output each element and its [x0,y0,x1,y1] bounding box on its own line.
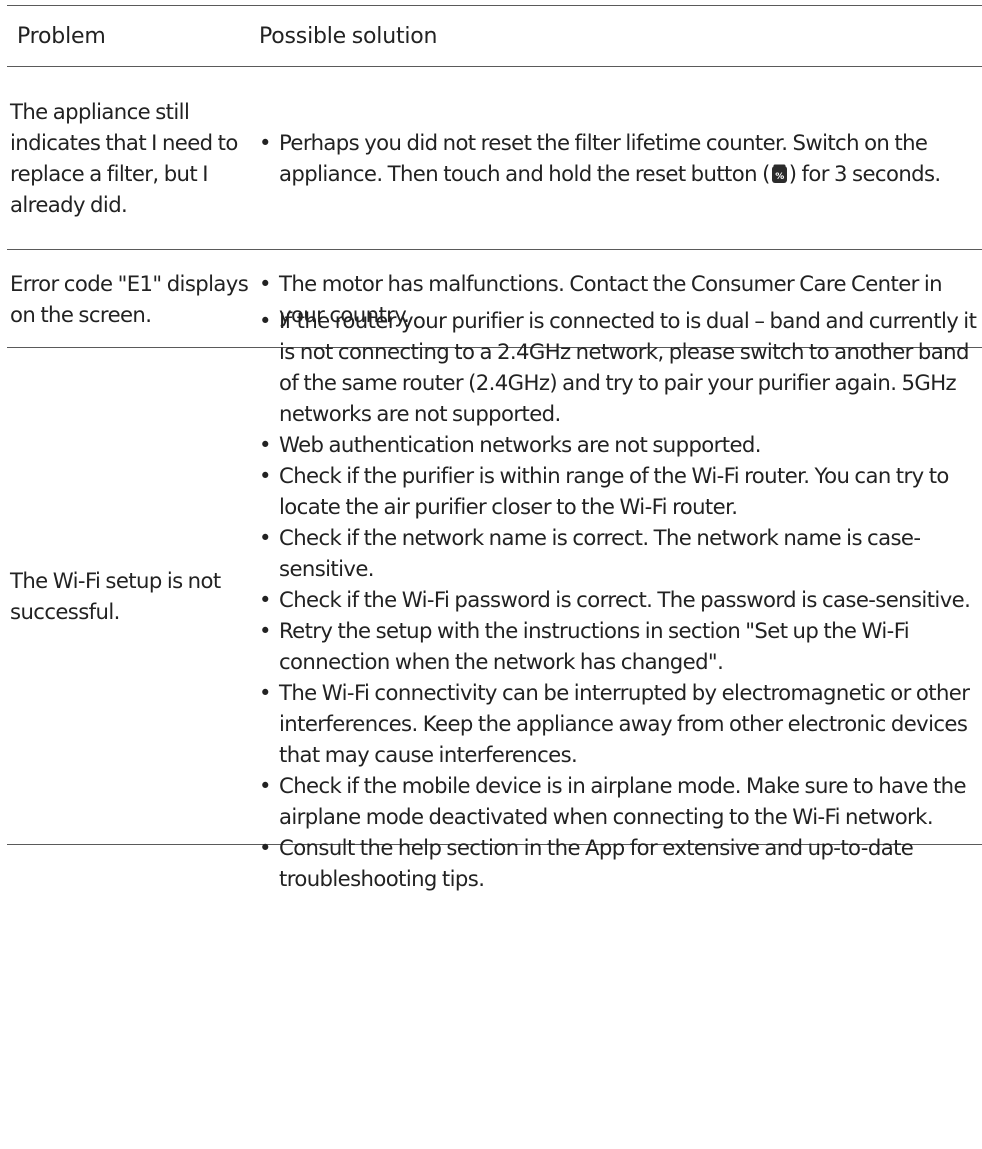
troubleshooting-table: Problem Possible solution The appliance … [7,5,982,891]
solution-item: Check if the network name is correct. Th… [259,522,982,584]
problem-cell: The Wi-Fi setup is not successful. [10,568,221,624]
problem-cell: The appliance still indicates that I nee… [10,99,238,217]
problem-cell: Error code "E1" displays on the screen. [10,270,249,327]
solution-item: Retry the setup with the instructions in… [259,615,982,677]
solution-item: The Wi-Fi connectivity can be interrupte… [259,677,982,770]
solution-list: If the router your purifier is connected… [259,305,982,894]
solution-item: Consult the help section in the App for … [259,832,982,894]
solution-item: Web authentication networks are not supp… [259,429,982,460]
header-problem: Problem [17,23,106,49]
svg-text:%: % [775,172,784,182]
solution-item: Perhaps you did not reset the filter lif… [259,127,982,189]
solution-list: Perhaps you did not reset the filter lif… [259,127,982,189]
table-row: The appliance still indicates that I nee… [7,67,982,249]
table-row: The Wi-Fi setup is not successful. If th… [7,305,982,891]
solution-cell: Perhaps you did not reset the filter lif… [259,127,982,189]
table-header-row: Problem Possible solution [7,6,982,66]
header-solution: Possible solution [259,23,438,49]
solution-item: Check if the purifier is within range of… [259,460,982,522]
solution-item: Check if the mobile device is in airplan… [259,770,982,832]
solution-item: Check if the Wi-Fi password is correct. … [259,584,982,615]
solution-cell: If the router your purifier is connected… [259,299,982,894]
solution-item: If the router your purifier is connected… [259,305,982,429]
filter-reset-icon: % [771,161,788,183]
solution-text: ) for 3 seconds. [788,161,941,186]
